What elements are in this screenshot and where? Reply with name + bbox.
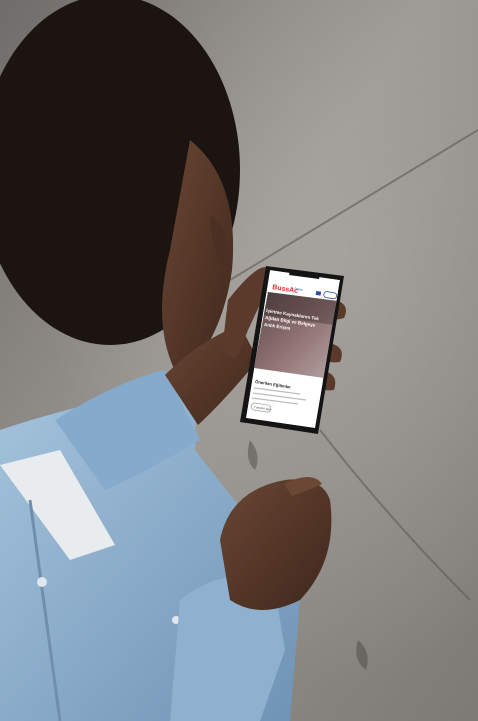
shirt-button [37,577,47,587]
photo-scene: BussAc Online İşletme Kaynaklarını Tek A… [0,0,478,721]
menu-icon[interactable] [315,290,322,296]
